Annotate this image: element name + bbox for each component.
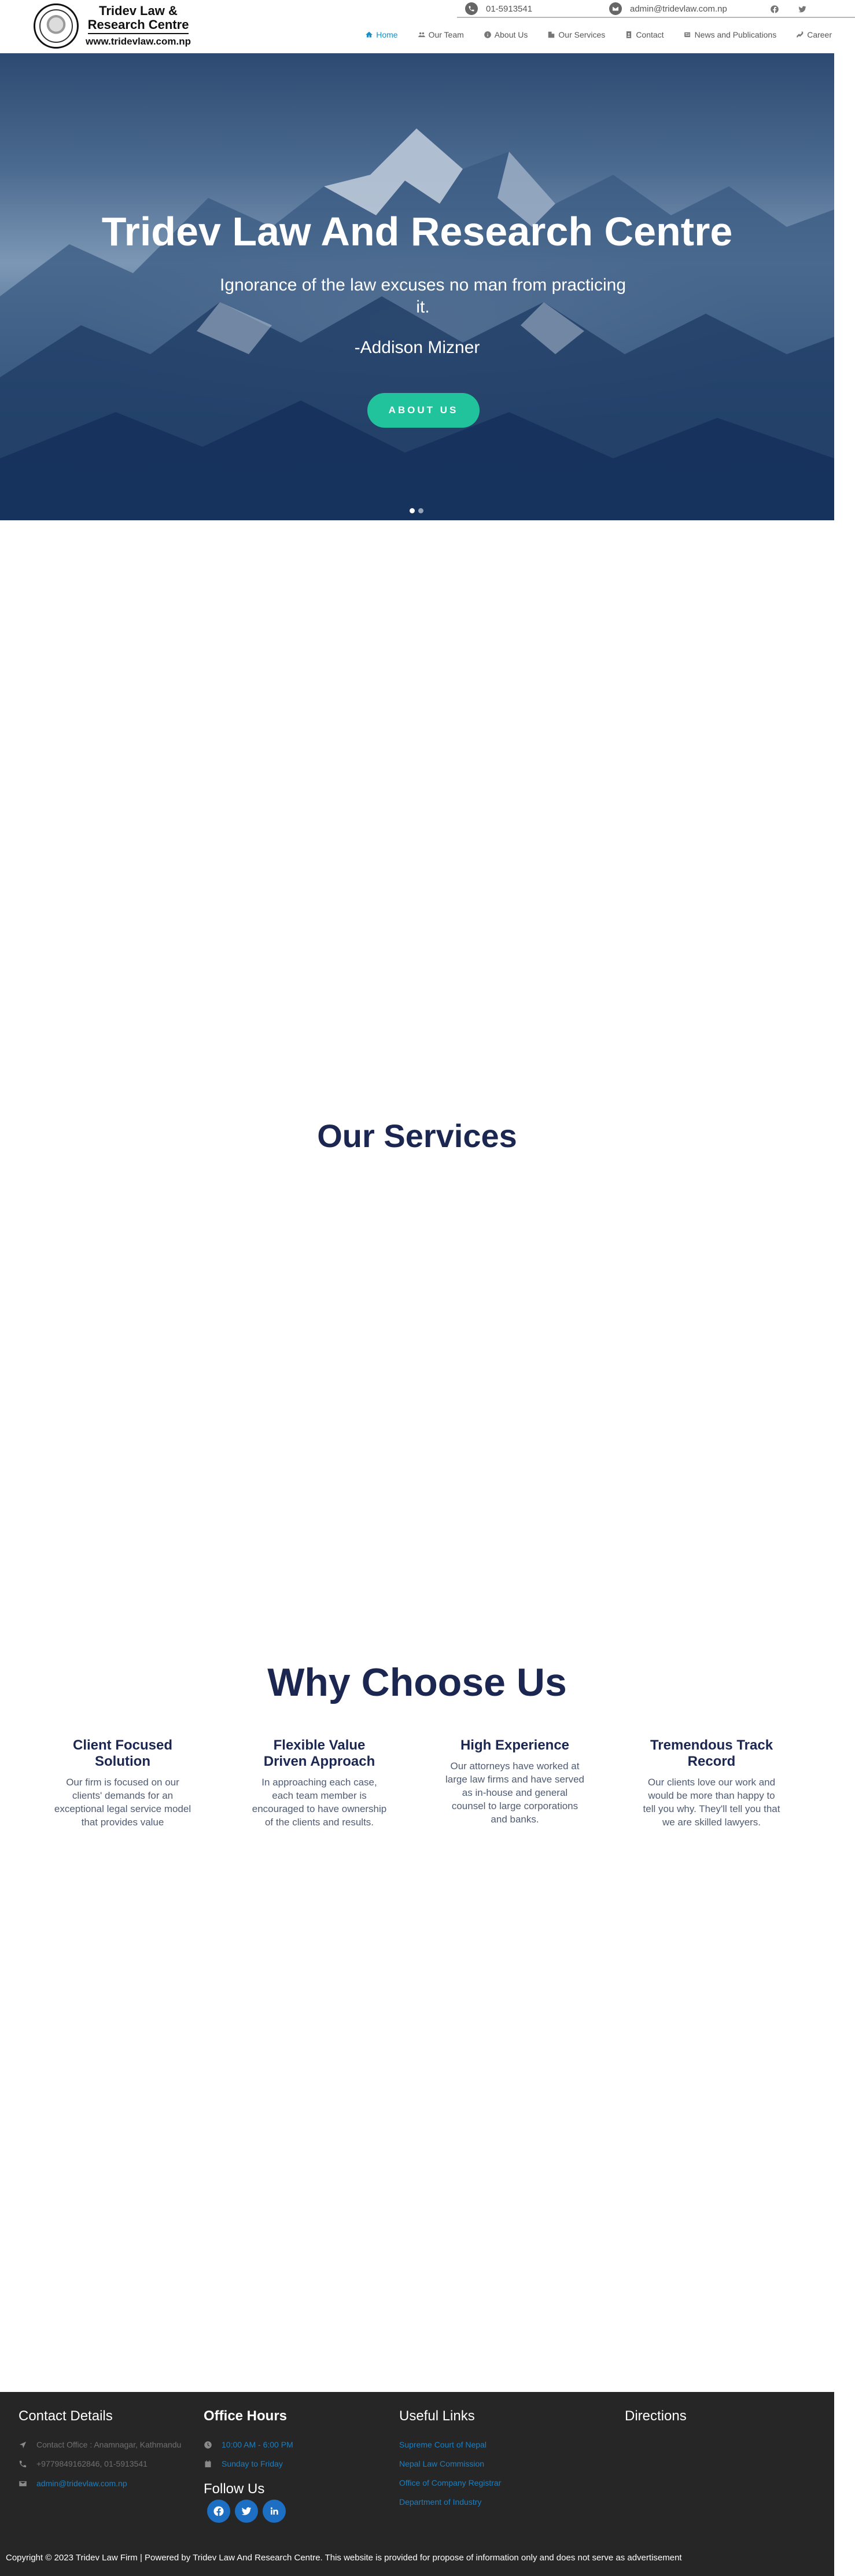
feature-card: Tremendous Track Record Our clients love… [642, 1737, 781, 1829]
logo-line-1: Tridev Law & [99, 3, 178, 18]
follow-us-heading: Follow Us [204, 2481, 265, 2497]
main-nav: Home Our Team About Us Our Services Cont… [365, 28, 832, 42]
home-icon [366, 31, 373, 38]
feature-card: Flexible Value Driven Approach In approa… [250, 1737, 389, 1829]
location-arrow-icon [19, 2441, 27, 2448]
email-icon [609, 2, 622, 15]
nav-item-contact[interactable]: Contact [625, 30, 664, 39]
team-icon [418, 32, 425, 38]
nav-label: News and Publications [694, 30, 777, 39]
about-us-button[interactable]: ABOUT US [367, 393, 480, 428]
logo-text: Tridev Law & Research Centre www.tridevl… [86, 4, 191, 48]
info-icon [484, 31, 491, 38]
address-text: Contact Office : Anamnagar, Kathmandu [36, 2440, 182, 2449]
useful-link[interactable]: Supreme Court of Nepal [399, 2440, 487, 2449]
contact-details-heading: Contact Details [19, 2408, 113, 2424]
hero-quote-author: -Addison Mizner [354, 338, 480, 357]
career-icon [797, 31, 804, 38]
nav-item-career[interactable]: Career [796, 30, 832, 39]
feature-title: Flexible Value Driven Approach [263, 1737, 375, 1769]
logo-url: www.tridevlaw.com.np [86, 36, 191, 47]
site-footer: Contact Details Contact Office : Anamnag… [0, 2392, 834, 2576]
slider-pagination [410, 508, 423, 513]
nav-item-home[interactable]: Home [365, 30, 398, 39]
office-time: 10:00 AM - 6:00 PM [204, 2440, 293, 2449]
footer-email[interactable]: admin@tridevlaw.com.np [19, 2479, 127, 2488]
feature-text: Our firm is focused on our clients' dema… [54, 1777, 191, 1828]
building-icon [548, 31, 555, 38]
feature-card: Client Focused Solution Our firm is focu… [53, 1737, 192, 1829]
why-choose-us-heading: Why Choose Us [267, 1660, 567, 1704]
email-contact[interactable]: admin@tridevlaw.com.np [609, 2, 727, 15]
linkedin-icon[interactable] [263, 2500, 286, 2523]
contact-icon [626, 31, 632, 38]
nav-label: Our Services [558, 30, 606, 39]
phone-text: +9779849162846, 01-5913541 [36, 2459, 148, 2468]
facebook-icon[interactable] [769, 4, 780, 14]
phone-icon [465, 2, 478, 15]
footer-social-links [207, 2500, 286, 2523]
facebook-icon[interactable] [207, 2500, 230, 2523]
useful-link[interactable]: Department of Industry [399, 2497, 481, 2507]
email-link[interactable]: admin@tridevlaw.com.np [36, 2479, 127, 2488]
logo-seal-icon [34, 3, 79, 49]
clock-icon [204, 2441, 212, 2449]
twitter-icon[interactable] [797, 4, 808, 14]
slide-dot-1[interactable] [410, 508, 415, 513]
calendar-icon [205, 2460, 211, 2467]
nav-item-about-us[interactable]: About Us [484, 30, 528, 39]
email-text: admin@tridevlaw.com.np [630, 3, 727, 14]
nav-item-news-and-publications[interactable]: News and Publications [684, 30, 777, 39]
feature-text: Our attorneys have worked at large law f… [445, 1761, 585, 1825]
office-time-text: 10:00 AM - 6:00 PM [222, 2440, 293, 2449]
copyright-text: Copyright © 2023 Tridev Law Firm | Power… [6, 2553, 682, 2563]
directions-heading: Directions [625, 2408, 687, 2424]
logo-line-2: Research Centre [87, 18, 189, 34]
feature-text: Our clients love our work and would be m… [643, 1777, 780, 1828]
slide-dot-2[interactable] [418, 508, 423, 513]
feature-title: High Experience [460, 1737, 570, 1753]
envelope-icon [19, 2481, 27, 2486]
hero-quote: Ignorance of the law excuses no man from… [219, 275, 626, 317]
nav-label: Contact [636, 30, 664, 39]
office-days-text: Sunday to Friday [222, 2459, 283, 2468]
topbar-divider [457, 17, 855, 18]
phone-contact[interactable]: 01-5913541 [465, 2, 532, 15]
services-heading: Our Services [317, 1118, 517, 1154]
nav-label: Home [376, 30, 398, 39]
useful-links-heading: Useful Links [399, 2408, 475, 2424]
twitter-icon[interactable] [235, 2500, 258, 2523]
nav-item-our-services[interactable]: Our Services [547, 30, 605, 39]
hero-slider: Tridev Law And Research Centre Ignorance… [0, 53, 834, 520]
useful-link[interactable]: Office of Company Registrar [399, 2478, 501, 2487]
page: 01-5913541 admin@tridevlaw.com.np Tridev… [0, 0, 855, 2576]
hero-title: Tridev Law And Research Centre [101, 209, 733, 254]
newspaper-icon [684, 32, 690, 38]
footer-address: Contact Office : Anamnagar, Kathmandu [19, 2440, 181, 2449]
phone-text: 01-5913541 [486, 3, 533, 14]
nav-item-our-team[interactable]: Our Team [418, 30, 464, 39]
feature-text: In approaching each case, each team memb… [252, 1777, 387, 1828]
footer-phone: +9779849162846, 01-5913541 [19, 2459, 148, 2468]
site-logo[interactable]: Tridev Law & Research Centre www.tridevl… [34, 2, 201, 50]
nav-label: About Us [494, 30, 528, 39]
nav-label: Our Team [428, 30, 464, 39]
office-hours-heading: Office Hours [204, 2408, 288, 2424]
feature-title: Tremendous Track Record [650, 1737, 773, 1769]
office-days: Sunday to Friday [204, 2459, 283, 2468]
phone-icon [19, 2460, 27, 2467]
feature-title: Client Focused Solution [72, 1737, 173, 1769]
nav-label: Career [807, 30, 832, 39]
feature-card: High Experience Our attorneys have worke… [445, 1737, 584, 1826]
useful-link[interactable]: Nepal Law Commission [399, 2459, 484, 2468]
